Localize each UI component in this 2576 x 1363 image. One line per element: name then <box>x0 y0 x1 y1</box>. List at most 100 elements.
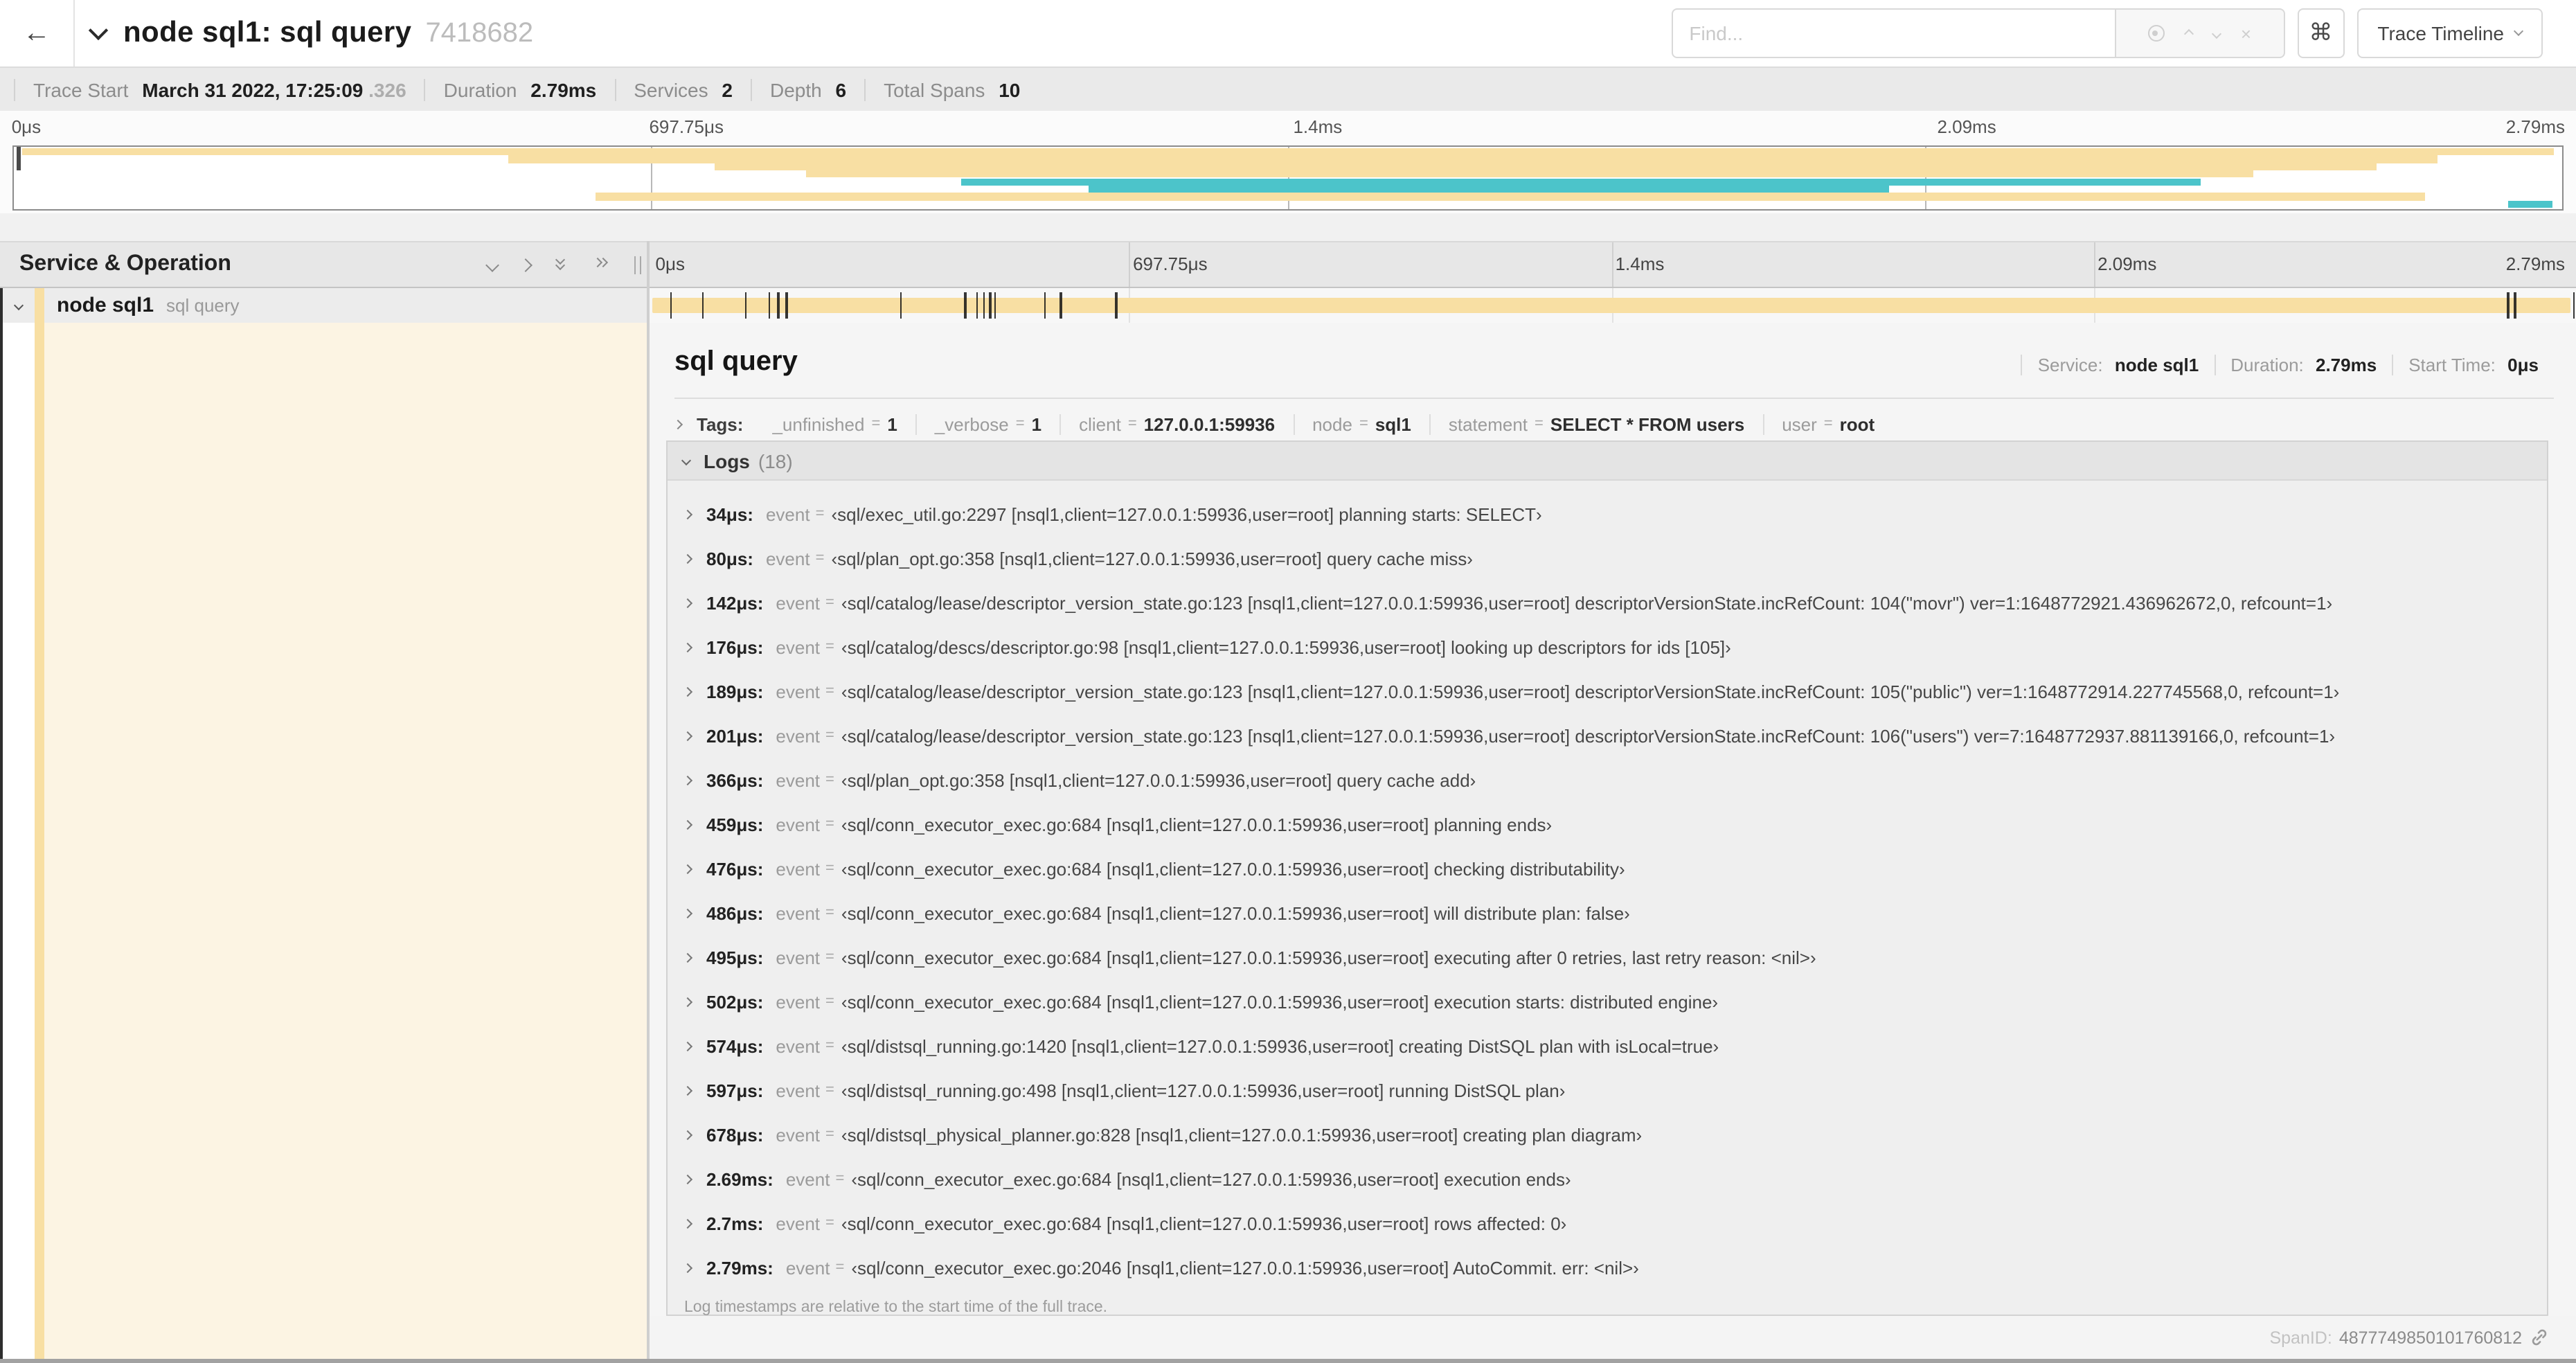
collapse-all-icon[interactable] <box>554 254 571 273</box>
summary-value: 6 <box>835 78 847 100</box>
chevron-right-icon <box>682 952 693 963</box>
tick-label: 2.09ms <box>2098 253 2157 274</box>
chevron-right-icon <box>682 1129 693 1140</box>
timeline-ticks-header: 2.79ms 0μs 697.75μs 1.4ms 2.09ms <box>647 242 2576 287</box>
log-row[interactable]: 189μs: event = ‹sql/catalog/lease/descri… <box>668 669 2547 713</box>
log-row[interactable]: 2.69ms: event = ‹sql/conn_executor_exec.… <box>668 1157 2547 1201</box>
back-button[interactable]: ← <box>0 0 75 66</box>
log-row[interactable]: 495μs: event = ‹sql/conn_executor_exec.g… <box>668 935 2547 979</box>
log-field-name: event <box>776 814 821 835</box>
log-marker-tick[interactable] <box>976 292 978 319</box>
chevron-right-icon <box>682 1040 693 1051</box>
log-marker-tick[interactable] <box>994 292 996 319</box>
chevron-right-icon <box>682 553 693 564</box>
copy-link-icon[interactable] <box>2530 1328 2548 1346</box>
tags-label: Tags: <box>697 413 744 434</box>
span-timeline-cell[interactable] <box>647 288 2576 323</box>
tick-label: 1.4ms <box>1293 116 1343 137</box>
log-marker-tick[interactable] <box>989 292 992 319</box>
tick-label-end: 2.79ms <box>2505 253 2565 274</box>
log-row[interactable]: 366μs: event = ‹sql/plan_opt.go:358 [nsq… <box>668 758 2547 802</box>
summary-value: 2.79ms <box>530 78 597 100</box>
log-row[interactable]: 502μs: event = ‹sql/conn_executor_exec.g… <box>668 979 2547 1024</box>
log-row[interactable]: 459μs: event = ‹sql/conn_executor_exec.g… <box>668 802 2547 846</box>
log-marker-tick[interactable] <box>785 292 788 319</box>
logs-header[interactable]: Logs (18) <box>668 442 2547 481</box>
equals-sign: = <box>815 506 825 522</box>
log-marker-tick[interactable] <box>1044 292 1046 319</box>
tick-label: 2.09ms <box>1937 116 1996 137</box>
log-field-name: event <box>776 1080 821 1101</box>
previous-match-icon[interactable] <box>2183 28 2194 39</box>
find-input[interactable] <box>1671 8 2116 58</box>
log-marker-tick[interactable] <box>777 292 780 319</box>
log-row[interactable]: 142μs: event = ‹sql/catalog/lease/descri… <box>668 580 2547 625</box>
clear-search-icon[interactable]: × <box>2241 24 2251 42</box>
tick-label: 697.75μs <box>649 116 724 137</box>
equals-sign: = <box>825 1082 834 1098</box>
log-marker-tick[interactable] <box>1059 292 1062 319</box>
log-row[interactable]: 678μs: event = ‹sql/distsql_physical_pla… <box>668 1112 2547 1157</box>
log-row[interactable]: 2.79ms: event = ‹sql/conn_executor_exec.… <box>668 1245 2547 1290</box>
log-message: ‹sql/distsql_running.go:498 [nsql1,clien… <box>841 1080 1566 1101</box>
log-marker-tick[interactable] <box>2507 292 2510 319</box>
logs-list: 34μs: event = ‹sql/exec_util.go:2297 [ns… <box>668 481 2547 1290</box>
span-duration-bar[interactable] <box>652 298 2570 313</box>
minimap-scrubber-handle[interactable] <box>17 147 21 171</box>
timeline-header-row: Service & Operation 2.79ms 0μs 697.75μs … <box>0 241 2576 288</box>
column-resizer-grip[interactable] <box>634 256 641 274</box>
log-row[interactable]: 201μs: event = ‹sql/catalog/lease/descri… <box>668 713 2547 758</box>
equals-sign: = <box>825 594 834 611</box>
equals-sign: = <box>825 727 834 744</box>
next-match-icon[interactable] <box>2211 28 2221 39</box>
summary-value: 10 <box>999 78 1021 100</box>
equals-sign: = <box>1535 416 1544 432</box>
log-row[interactable]: 34μs: event = ‹sql/exec_util.go:2297 [ns… <box>668 492 2547 536</box>
span-stat-value: 2.79ms <box>2316 355 2377 375</box>
log-marker-tick[interactable] <box>1115 292 1118 319</box>
collapse-trace-chevron-icon[interactable] <box>88 20 109 41</box>
log-row[interactable]: 486μs: event = ‹sql/conn_executor_exec.g… <box>668 891 2547 935</box>
log-marker-tick[interactable] <box>2514 292 2516 319</box>
span-collapse-chevron-icon[interactable] <box>13 300 24 311</box>
tick-label: 0μs <box>655 253 685 274</box>
log-field-name: event <box>776 858 821 879</box>
summary-item: Trace Start March 31 2022, 17:25:09 .326 <box>14 78 424 100</box>
log-marker-tick[interactable] <box>2573 292 2575 319</box>
log-marker-tick[interactable] <box>701 292 704 319</box>
log-row[interactable]: 2.7ms: event = ‹sql/conn_executor_exec.g… <box>668 1201 2547 1245</box>
log-row[interactable]: 176μs: event = ‹sql/catalog/descs/descri… <box>668 625 2547 669</box>
tag-value: 1 <box>887 413 897 434</box>
log-marker-tick[interactable] <box>900 292 902 319</box>
chevron-down-icon <box>2513 26 2524 37</box>
log-marker-tick[interactable] <box>964 292 967 319</box>
span-color-strip <box>35 288 44 323</box>
trace-view-selector[interactable]: Trace Timeline <box>2356 8 2543 58</box>
expand-all-icon[interactable] <box>592 256 611 273</box>
tags-row[interactable]: Tags: _unfinished = 1 _verbose = 1 clien… <box>672 409 1893 439</box>
log-row[interactable]: 80μs: event = ‹sql/plan_opt.go:358 [nsql… <box>668 536 2547 580</box>
log-marker-tick[interactable] <box>983 292 985 319</box>
minimap-canvas[interactable] <box>12 145 2564 211</box>
collapse-one-icon[interactable] <box>485 258 499 271</box>
log-message: ‹sql/conn_executor_exec.go:684 [nsql1,cl… <box>841 1213 1567 1233</box>
chevron-right-icon <box>672 418 683 429</box>
chevron-right-icon <box>682 1218 693 1229</box>
log-row[interactable]: 574μs: event = ‹sql/distsql_running.go:1… <box>668 1024 2547 1068</box>
log-timestamp: 189μs: <box>706 681 764 702</box>
log-row[interactable]: 476μs: event = ‹sql/conn_executor_exec.g… <box>668 846 2547 891</box>
log-marker-tick[interactable] <box>768 292 771 319</box>
focus-match-icon[interactable] <box>2147 25 2165 42</box>
chevron-right-icon <box>682 1173 693 1184</box>
equals-sign: = <box>1015 416 1025 432</box>
keyboard-shortcuts-button[interactable]: ⌘ <box>2297 8 2345 58</box>
span-stat-label: Start Time: <box>2408 355 2496 375</box>
trace-view-label: Trace Timeline <box>2377 22 2504 44</box>
log-row[interactable]: 597μs: event = ‹sql/distsql_running.go:4… <box>668 1068 2547 1112</box>
tick-label: 1.4ms <box>1615 253 1665 274</box>
expand-one-icon[interactable] <box>519 258 533 271</box>
equals-sign: = <box>825 772 834 788</box>
span-name-cell[interactable]: node sql1 sql query <box>0 288 647 323</box>
log-marker-tick[interactable] <box>670 292 672 319</box>
log-marker-tick[interactable] <box>744 292 747 319</box>
